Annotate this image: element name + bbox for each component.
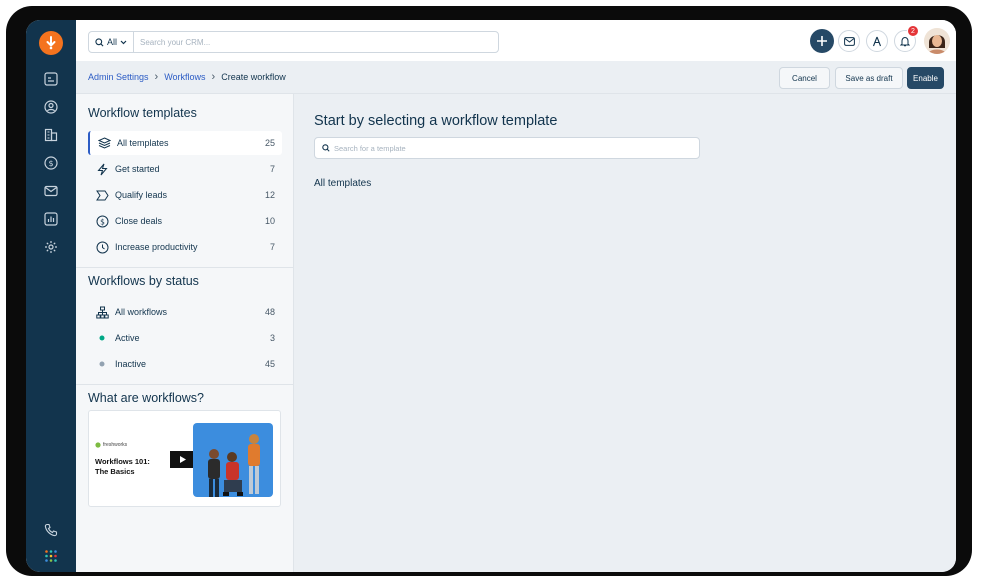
main-content: Start by selecting a workflow template A… [294, 94, 956, 572]
left-nav-rail: $ [26, 20, 76, 572]
template-filter-label: Get started [115, 164, 160, 174]
envelope-icon [843, 36, 855, 46]
status-filter-count: 3 [269, 333, 275, 343]
breadcrumb-admin-settings[interactable]: Admin Settings [88, 72, 149, 82]
status-filter-count: 45 [264, 359, 275, 369]
status-filter-label: All workflows [115, 307, 168, 317]
search-scope-dropdown[interactable]: All [89, 32, 135, 52]
status-filter-all[interactable]: All workflows 48 [88, 300, 282, 324]
cancel-button[interactable]: Cancel [779, 67, 830, 89]
inactive-dot-icon [95, 357, 109, 371]
deals-icon[interactable]: $ [39, 151, 63, 175]
app-switcher-grid-icon[interactable] [39, 544, 63, 568]
template-filter-label: Increase productivity [115, 242, 198, 252]
templates-section-label: All templates [314, 178, 372, 189]
assistant-icon [872, 36, 882, 46]
status-filter-active[interactable]: Active 3 [88, 326, 282, 350]
global-search-input[interactable] [134, 37, 395, 47]
search-icon [95, 37, 104, 46]
search-icon [322, 144, 330, 152]
template-filter-increase-productivity[interactable]: Increase productivity 7 [88, 235, 282, 259]
template-filter-count: 12 [264, 190, 275, 200]
template-filter-count: 7 [269, 242, 275, 252]
people-illustration [193, 423, 273, 497]
layers-icon [97, 136, 111, 150]
what-are-workflows-heading: What are workflows? [88, 391, 205, 405]
bell-icon [900, 36, 910, 46]
workflow-templates-heading: Workflow templates [88, 106, 197, 120]
section-divider [76, 384, 294, 385]
search-scope-label: All [107, 37, 118, 47]
template-filter-qualify-leads[interactable]: Qualify leads 12 [88, 183, 282, 207]
breadcrumb-current: Create workflow [221, 72, 286, 82]
notifications-button[interactable]: 2 [894, 25, 919, 52]
status-filter-count: 48 [264, 307, 275, 317]
funnel-chevron-icon [95, 188, 109, 202]
accounts-icon[interactable] [39, 123, 63, 147]
workflows-by-status-heading: Workflows by status [88, 274, 199, 288]
template-filter-label: Close deals [115, 216, 163, 226]
active-dot-icon [95, 331, 109, 345]
enable-button[interactable]: Enable [907, 67, 944, 89]
template-filter-close-deals[interactable]: $ Close deals 10 [88, 209, 282, 233]
status-filter-inactive[interactable]: Inactive 45 [88, 352, 282, 376]
contacts-icon[interactable] [39, 95, 63, 119]
dollar-icon: $ [95, 214, 109, 228]
video-title: Workflows 101: The Basics [95, 457, 150, 476]
messages-button[interactable] [838, 30, 860, 52]
notification-count-badge: 2 [907, 25, 919, 37]
template-filter-count: 10 [264, 216, 275, 226]
svg-text:$: $ [48, 159, 53, 168]
section-divider [76, 267, 294, 268]
breadcrumb: Admin Settings › Workflows › Create work… [88, 71, 286, 83]
status-filter-label: Active [115, 333, 140, 343]
template-filter-count: 25 [264, 138, 275, 148]
lightning-icon [95, 162, 109, 176]
save-as-draft-button[interactable]: Save as draft [835, 67, 903, 89]
global-search: All [88, 31, 499, 53]
workflow-sidebar: Workflow templates All templates 25 Get … [76, 94, 294, 572]
freshsales-logo-icon[interactable] [39, 31, 63, 55]
dashboard-icon[interactable] [39, 67, 63, 91]
svg-text:$: $ [100, 217, 105, 226]
workflows-101-video-thumbnail[interactable]: freshworks Workflows 101: The Basics [88, 410, 281, 507]
template-filter-all[interactable]: All templates 25 [88, 131, 282, 155]
chevron-right-icon: › [211, 71, 216, 83]
template-filter-label: All templates [117, 138, 169, 148]
template-search-input[interactable] [330, 143, 670, 153]
phone-icon[interactable] [39, 518, 63, 542]
device-frame: $ All Search your CRM... 2 Admin Setting… [6, 6, 972, 576]
app-screen: $ All Search your CRM... 2 Admin Setting… [26, 20, 956, 572]
mail-icon[interactable] [39, 179, 63, 203]
user-avatar[interactable] [924, 28, 950, 54]
freshworks-logo-icon [95, 442, 101, 448]
plus-icon [817, 36, 827, 46]
page-header-bar: Admin Settings › Workflows › Create work… [76, 61, 956, 94]
breadcrumb-workflows[interactable]: Workflows [164, 72, 205, 82]
freddy-ai-button[interactable] [866, 30, 888, 52]
top-bar: All 2 [76, 20, 956, 61]
freshworks-logo: freshworks [95, 442, 127, 448]
settings-gear-icon[interactable] [39, 235, 63, 259]
status-filter-label: Inactive [115, 359, 147, 369]
clock-icon [95, 240, 109, 254]
template-filter-label: Qualify leads [115, 190, 168, 200]
template-filter-count: 7 [269, 164, 275, 174]
template-search [314, 137, 700, 159]
template-filter-get-started[interactable]: Get started 7 [88, 157, 282, 181]
page-title: Start by selecting a workflow template [314, 113, 558, 129]
reports-icon[interactable] [39, 207, 63, 231]
quick-add-button[interactable] [810, 29, 834, 53]
chevron-right-icon: › [154, 71, 159, 83]
chevron-down-icon [120, 40, 127, 44]
hierarchy-icon [95, 305, 109, 319]
